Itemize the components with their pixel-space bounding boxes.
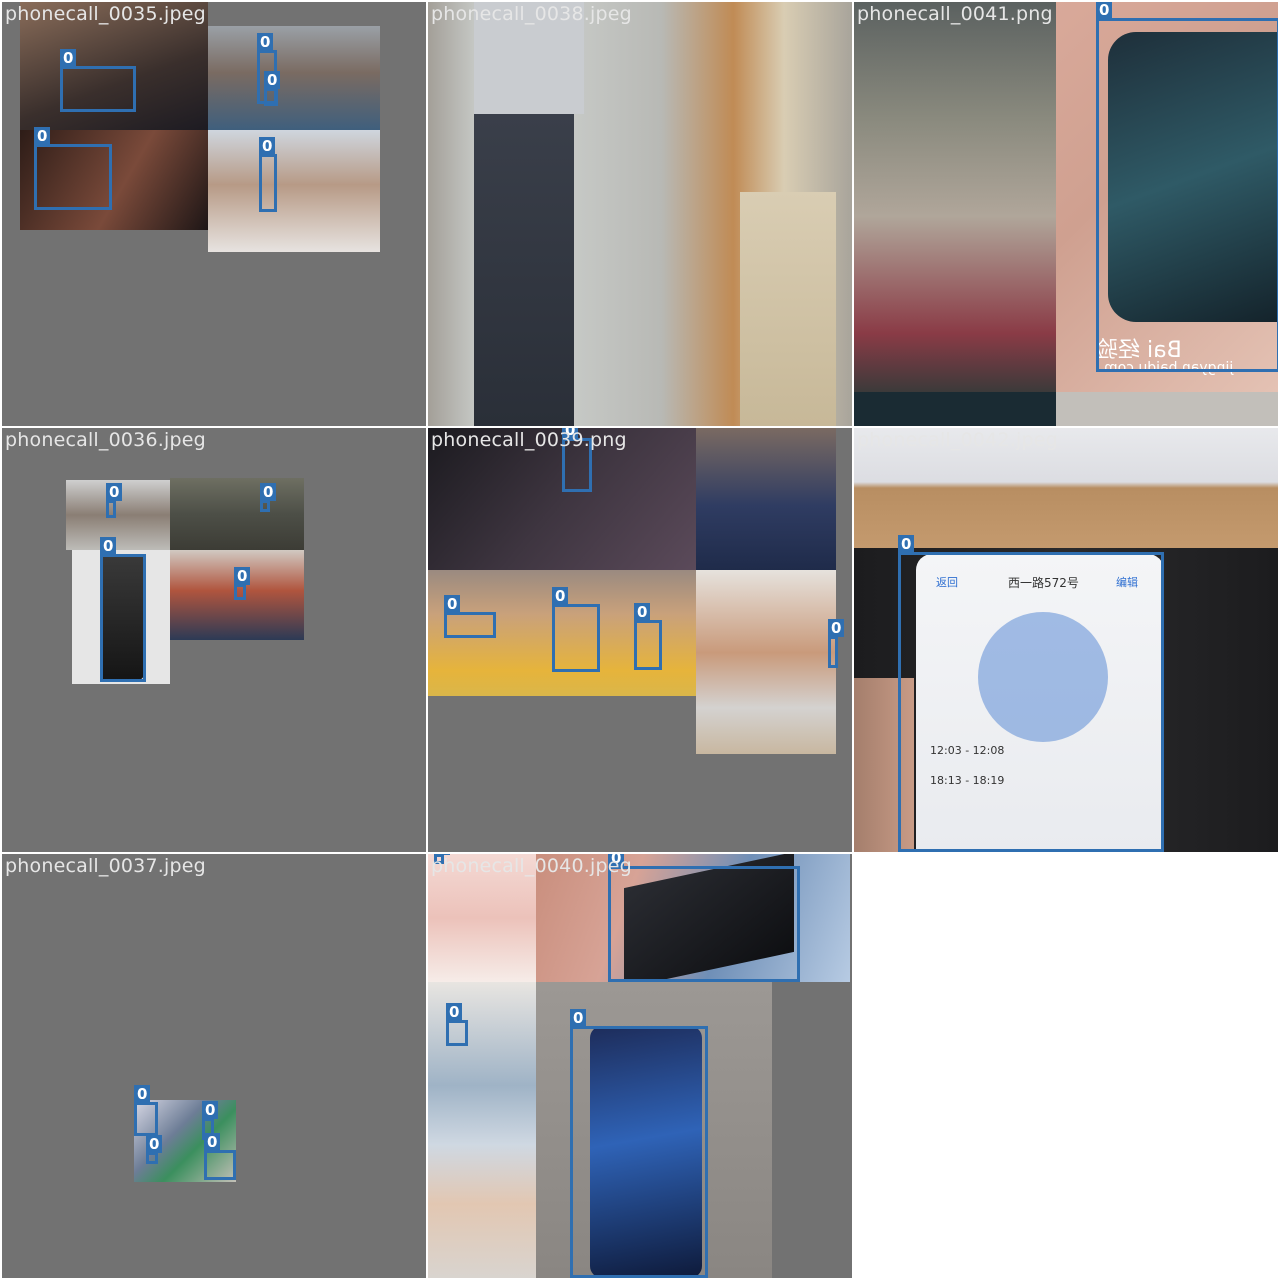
tile-filename: phonecall_0039.png	[431, 429, 627, 451]
bbox-phone: 0	[828, 619, 845, 668]
photo-smiling-woman	[696, 570, 836, 754]
class-label: 0	[259, 137, 276, 155]
class-label: 0	[1096, 2, 1113, 19]
class-label: 0	[264, 71, 281, 89]
bbox-phone: 0	[106, 483, 123, 518]
class-label: 0	[634, 603, 651, 621]
bbox-phone: 0	[234, 567, 251, 600]
photo-walker-legs	[740, 192, 836, 426]
class-label: 0	[446, 1003, 463, 1021]
mosaic-tile-0035: phonecall_0035.jpeg 0 0 0 0 0	[2, 2, 426, 426]
bbox-phone: 0	[204, 1133, 236, 1180]
tile-filename: phonecall_0041.png	[857, 3, 1053, 25]
mosaic-tile-0038: phonecall_0038.jpeg	[428, 2, 852, 426]
bbox-phone: 0	[444, 595, 496, 638]
bbox-phone: 0	[34, 127, 112, 210]
bbox-phone: 0	[552, 587, 600, 672]
class-label: 0	[146, 1135, 163, 1153]
class-label: 0	[898, 535, 915, 553]
bbox-phone: 0	[260, 483, 277, 512]
bbox-phone: 0	[898, 535, 1164, 852]
class-label: 0	[260, 483, 277, 501]
class-label: 0	[106, 483, 123, 501]
photo-trousers	[474, 114, 574, 426]
bbox-phone: 0	[446, 1003, 468, 1046]
photo-bottom-dark	[854, 392, 1056, 426]
photo-elderly-woman	[208, 26, 380, 130]
bbox-phone: 0	[100, 537, 146, 682]
tile-filename: phonecall_0036.jpeg	[5, 429, 206, 451]
class-label: 0	[257, 33, 274, 51]
class-label: 0	[552, 587, 569, 605]
class-label: 0	[234, 567, 251, 585]
mosaic-tile-0036: phonecall_0036.jpeg 0 0 0 0	[2, 428, 426, 852]
tile-filename: phonecall_0037.jpeg	[5, 855, 206, 877]
class-label: 0	[570, 1009, 587, 1027]
bbox-phone: 0	[608, 854, 800, 982]
mosaic-tile-0041: Bai 经验 jingyan.baidu.com phonecall_0041.…	[854, 2, 1278, 426]
mosaic-tile-0042: 西一路572号 返回 编辑 12:03 - 12:08 18:13 - 18:1…	[854, 428, 1278, 852]
bbox-phone: 0	[259, 137, 277, 212]
class-label: 0	[202, 1101, 219, 1119]
class-label: 0	[204, 1133, 221, 1151]
photo-young-woman-call	[208, 130, 380, 252]
bbox-phone: 0	[1096, 2, 1278, 372]
photo-man-suit	[170, 478, 304, 550]
photo-boy-gaming	[696, 428, 836, 570]
bbox-phone: 0	[134, 1085, 158, 1136]
class-label: 0	[134, 1085, 151, 1103]
bbox-phone: 0	[146, 1135, 163, 1164]
mosaic-tile-0037: phonecall_0037.jpeg 0 0 0 0	[2, 854, 426, 1278]
tile-filename: phonecall_0042.jpeg	[857, 429, 1058, 451]
empty-slot	[854, 854, 1278, 1278]
mosaic-tile-0039: phonecall_0039.png 0 0 0 0 0	[428, 428, 852, 852]
bbox-phone: 0	[60, 49, 136, 112]
class-label: 0	[34, 127, 51, 145]
bbox-phone: 0	[264, 71, 281, 106]
mosaic-tile-0040: phonecall_0040.jpeg 0 0 0 0	[428, 854, 852, 1278]
bbox-phone: 0	[634, 603, 662, 670]
tile-filename: phonecall_0038.jpeg	[431, 3, 632, 25]
photo-woman-walking	[428, 982, 536, 1278]
tile-filename: phonecall_0035.jpeg	[5, 3, 206, 25]
tile-filename: phonecall_0040.jpeg	[431, 855, 632, 877]
photo-subway-crowd	[854, 2, 1056, 392]
photo-bottom-strip	[1056, 392, 1278, 426]
class-label: 0	[100, 537, 117, 555]
class-label: 0	[444, 595, 461, 613]
class-label: 0	[828, 619, 845, 637]
class-label: 0	[60, 49, 77, 67]
bbox-phone: 0	[570, 1009, 708, 1278]
